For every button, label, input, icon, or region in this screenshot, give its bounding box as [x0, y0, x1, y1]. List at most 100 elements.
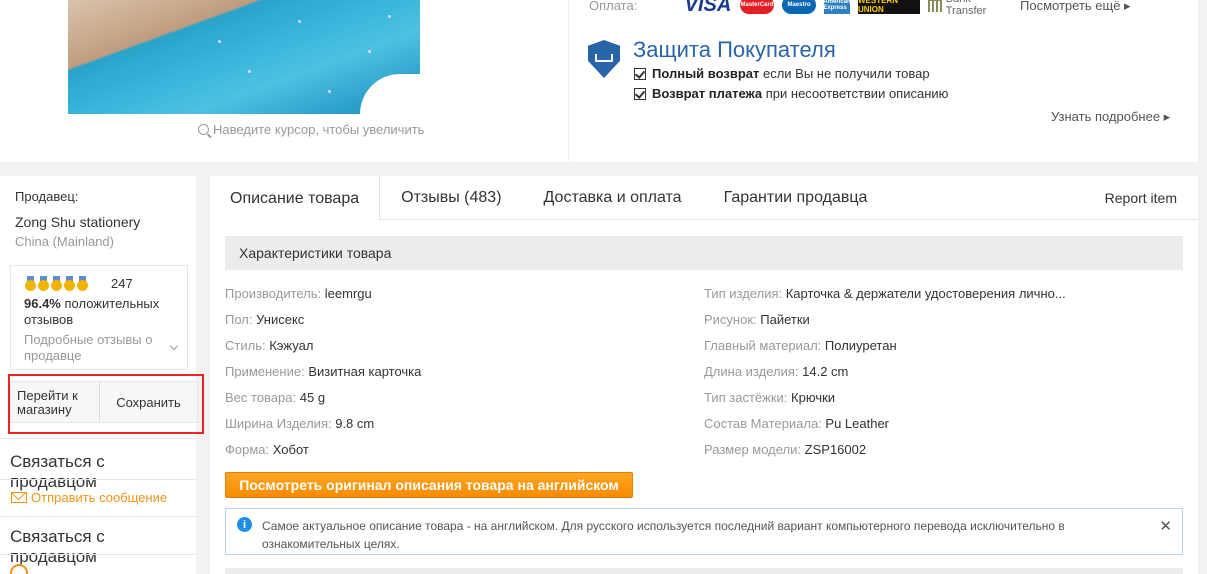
spec-value: Полиуретан: [824, 338, 897, 353]
chevron-down-icon[interactable]: [169, 341, 179, 351]
purchase-info: Оплата: VISA MasterCard Maestro American…: [569, 0, 1198, 162]
rating-count: 247: [111, 276, 133, 291]
detail-tabs: Описание товара Отзывы (483) Доставка и …: [210, 176, 1198, 221]
spec-item: Ширина Изделия: 9.8 cm: [225, 416, 374, 431]
checkbox-icon: [634, 67, 646, 80]
zoom-hint-text: Наведите курсор, чтобы увеличить: [213, 122, 425, 137]
bank-transfer-logo: Bank Transfer: [928, 0, 998, 17]
payment-logos: VISA MasterCard Maestro American Express…: [684, 0, 998, 17]
spec-key: Форма:: [225, 442, 270, 457]
spec-item: Применение: Визитная карточка: [225, 364, 421, 379]
protection-refund-text: если Вы не получили товар: [759, 66, 930, 81]
seller-label: Продавец:: [15, 189, 79, 204]
protection-return-text: при несоответствии описанию: [762, 86, 949, 101]
spec-key: Применение:: [225, 364, 305, 379]
view-original-description-button[interactable]: Посмотреть оригинал описания товара на а…: [225, 472, 633, 498]
spec-key: Рисунок:: [704, 312, 757, 327]
spec-item: Тип изделия: Карточка & держатели удосто…: [704, 286, 1066, 301]
highlight-box: [8, 374, 204, 434]
spec-key: Длина изделия:: [704, 364, 799, 379]
sparkle-dot: [298, 20, 301, 23]
spec-key: Пол:: [225, 312, 253, 327]
positive-percent: 96.4%: [24, 296, 61, 311]
detailed-feedback-link[interactable]: Подробные отзывы о продавце: [24, 332, 169, 364]
spec-value: Кэжуал: [269, 338, 314, 353]
protection-line-return: Возврат платежа при несоответствии описа…: [634, 86, 948, 101]
spec-value: Пайетки: [760, 312, 810, 327]
spec-item: Состав Материала: Pu Leather: [704, 416, 889, 431]
contact-seller-heading-2: Связаться с продавцом: [10, 527, 105, 566]
spec-value: Крючки: [791, 390, 836, 405]
spec-key: Тип изделия:: [704, 286, 783, 301]
spec-value: Pu Leather: [825, 416, 890, 431]
spec-item: Тип застёжки: Крючки: [704, 390, 835, 405]
amex-logo: American Express: [823, 0, 851, 14]
spec-value: 14.2 cm: [802, 364, 849, 379]
seller-name[interactable]: Zong Shu stationery: [15, 214, 140, 230]
divider: [0, 516, 196, 517]
magnifier-icon: [198, 124, 209, 135]
report-item-link[interactable]: Report item: [1105, 190, 1177, 206]
spec-key: Тип застёжки:: [704, 390, 788, 405]
product-details: Описание товара Отзывы (483) Доставка и …: [210, 176, 1198, 574]
spec-value: leemrgu: [324, 286, 372, 301]
seller-country: China (Mainland): [15, 234, 114, 249]
medal-icon: [64, 276, 75, 291]
medal-icon: [38, 276, 49, 291]
spec-key: Размер модели:: [704, 442, 802, 457]
send-message-link[interactable]: Отправить сообщение: [11, 490, 167, 505]
sparkle-dot: [218, 40, 221, 43]
protection-refund-bold: Полный возврат: [652, 66, 760, 81]
learn-more-link[interactable]: Узнать подробнее ▸: [1051, 109, 1170, 125]
protection-line-refund: Полный возврат если Вы не получили товар: [634, 66, 930, 81]
spec-key: Ширина Изделия:: [225, 416, 332, 431]
sparkle-dot: [388, 15, 391, 18]
spec-item: Пол: Унисекс: [225, 312, 304, 327]
info-icon: i: [237, 517, 252, 532]
spec-item: Производитель: leemrgu: [225, 286, 372, 301]
medal-icon: [25, 276, 36, 291]
divider: [0, 438, 196, 439]
mastercard-logo: MasterCard: [740, 0, 774, 14]
spec-key: Стиль:: [225, 338, 266, 353]
zoom-hint: Наведите курсор, чтобы увеличить: [198, 122, 424, 137]
medal-icon: [51, 276, 62, 291]
send-message-label: Отправить сообщение: [31, 490, 168, 505]
spec-value: Визитная карточка: [308, 364, 422, 379]
spec-item: Рисунок: Пайетки: [704, 312, 810, 327]
tab-shipping[interactable]: Доставка и оплата: [523, 176, 703, 220]
see-more-link[interactable]: Посмотреть ещё ▸: [1020, 0, 1131, 14]
spec-value: ZSP16002: [804, 442, 867, 457]
spec-value: Карточка & держатели удостоверения лично…: [785, 286, 1066, 301]
seller-medals: [25, 276, 88, 291]
spec-key: Вес товара:: [225, 390, 297, 405]
cart-icon: [595, 54, 613, 62]
bank-icon: [928, 0, 942, 12]
tab-guarantees[interactable]: Гарантии продавца: [703, 176, 889, 220]
visa-logo: VISA: [684, 0, 732, 16]
product-image[interactable]: [68, 0, 480, 114]
western-union-logo: WESTERN UNION: [858, 0, 920, 14]
spec-item: Вес товара: 45 g: [225, 390, 325, 405]
specs-heading: Характеристики товара: [225, 236, 1183, 270]
protection-return-bold: Возврат платежа: [652, 86, 763, 101]
payment-label: Оплата:: [589, 0, 638, 13]
sparkle-dot: [368, 50, 371, 53]
spec-item: Стиль: Кэжуал: [225, 338, 313, 353]
tab-reviews[interactable]: Отзывы (483): [380, 176, 522, 220]
tab-description[interactable]: Описание товара: [210, 176, 381, 221]
spec-item: Размер модели: ZSP16002: [704, 442, 866, 457]
spec-value: Унисекс: [256, 312, 305, 327]
close-icon[interactable]: ✕: [1159, 517, 1172, 535]
divider: [0, 479, 196, 480]
checkbox-icon: [634, 87, 646, 100]
contact-seller-heading: Связаться с продавцом: [10, 452, 105, 491]
spec-item: Главный материал: Полиуретан: [704, 338, 897, 353]
sparkle-dot: [248, 70, 251, 73]
medal-icon: [77, 276, 88, 291]
spec-item: Длина изделия: 14.2 cm: [704, 364, 848, 379]
positive-feedback: 96.4% положительных отзывов: [24, 296, 184, 328]
spec-key: Производитель:: [225, 286, 322, 301]
spec-value: Хобот: [272, 442, 309, 457]
divider: [0, 554, 196, 555]
